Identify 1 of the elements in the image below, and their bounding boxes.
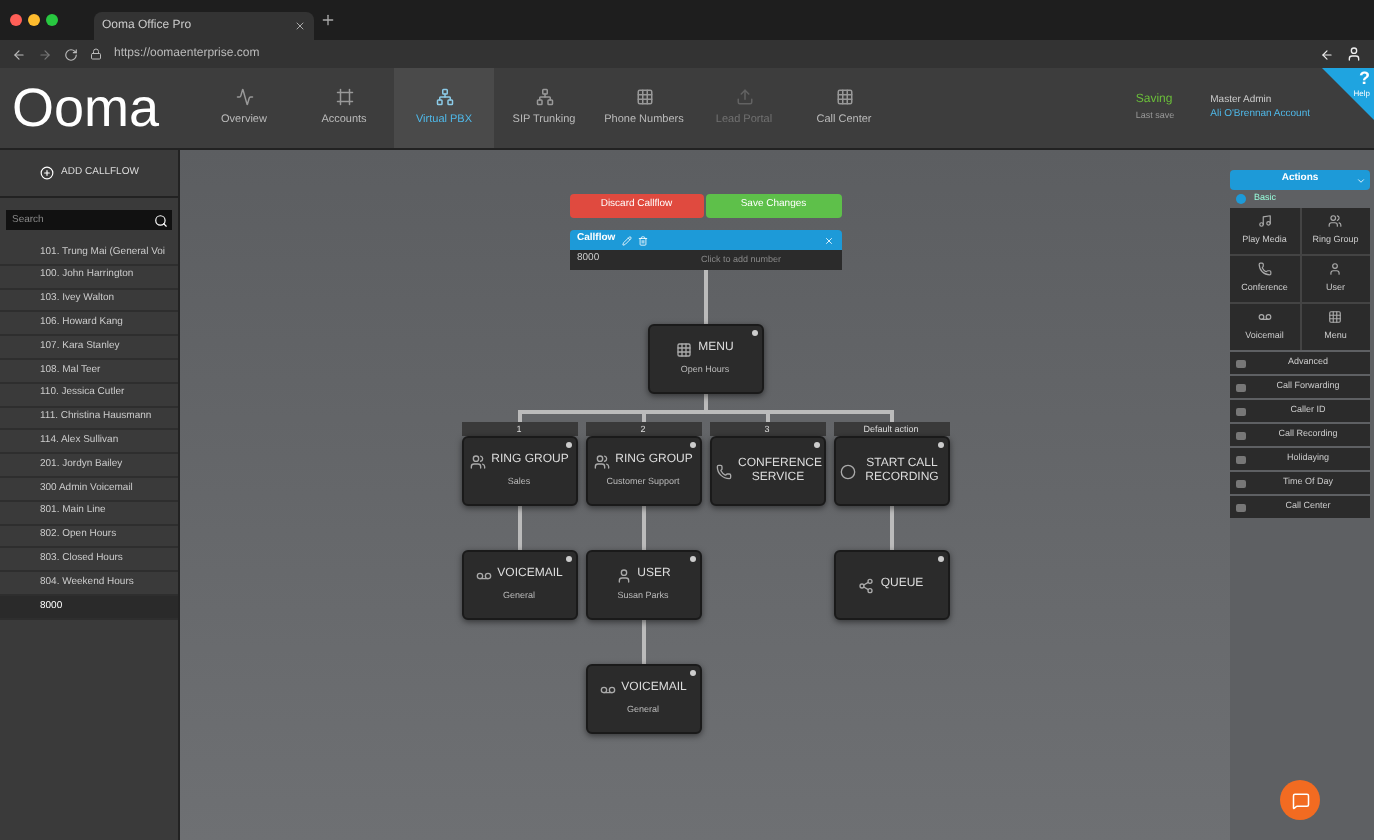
logo: Ooma: [10, 75, 162, 141]
